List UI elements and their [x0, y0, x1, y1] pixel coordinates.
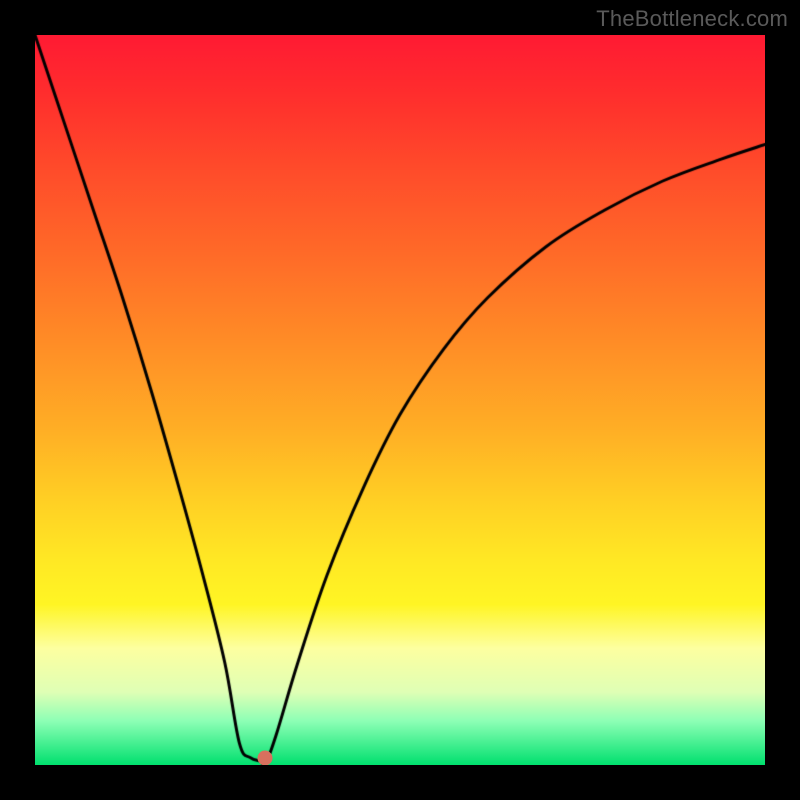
bottleneck-curve — [35, 35, 765, 765]
chart-frame: TheBottleneck.com — [0, 0, 800, 800]
plot-area — [35, 35, 765, 765]
watermark-text: TheBottleneck.com — [596, 6, 788, 32]
optimal-point-marker — [257, 751, 272, 766]
